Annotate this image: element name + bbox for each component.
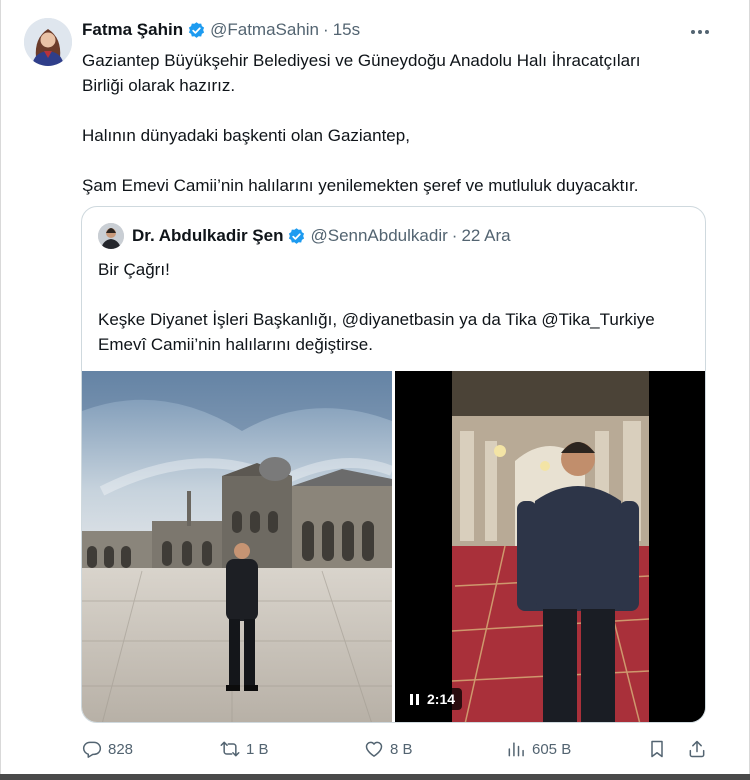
video-duration: 2:14 [427, 691, 456, 707]
quote-line: Emevî Camii’nin halılarını değiştirse. [98, 335, 373, 354]
share-icon [689, 740, 705, 758]
author-avatar[interactable] [24, 18, 72, 66]
author-name[interactable]: Fatma Şahin [82, 20, 183, 40]
quote-line: Bir Çağrı! [98, 260, 170, 279]
tweet-line: Gaziantep Büyükşehir Belediyesi ve Güney… [82, 51, 641, 70]
video-duration-badge: 2:14 [403, 688, 463, 710]
quote-line: Keşke Diyanet İşleri Başkanlığı, @diyane… [98, 310, 655, 329]
tweet-text: Gaziantep Büyükşehir Belediyesi ve Güney… [82, 48, 722, 198]
retweet-button[interactable]: 1 B [220, 736, 269, 762]
retweet-icon [220, 741, 240, 757]
bookmark-icon [651, 740, 663, 758]
bookmark-button[interactable] [647, 736, 673, 762]
retweet-count: 1 B [246, 740, 269, 758]
quote-time: 22 Ara [461, 226, 511, 245]
separator: · [323, 20, 329, 39]
quote-author-avatar [98, 223, 124, 249]
quote-media: 2:14 [82, 371, 705, 722]
view-count: 605 B [532, 740, 572, 758]
tweet-line: Birliği olarak hazırız. [82, 76, 236, 95]
verified-badge-icon [287, 227, 306, 246]
tweet-actions: 828 1 B 8 B 605 B [82, 736, 712, 762]
window-bottom-bar [0, 774, 750, 780]
reply-icon [82, 741, 102, 758]
quote-header: Dr. Abdulkadir Şen @SennAbdulkadir · 22 … [98, 223, 511, 249]
mosque-interior-video[interactable]: 2:14 [395, 371, 705, 722]
tweet-line: Şam Emevi Camii’nin halılarını yenilemek… [82, 176, 639, 195]
tweet-time[interactable]: 15s [333, 20, 360, 40]
mosque-courtyard-photo[interactable] [82, 371, 392, 722]
pause-icon[interactable] [410, 693, 419, 705]
quote-text: Bir Çağrı! Keşke Diyanet İşleri Başkanlı… [98, 257, 698, 357]
tweet[interactable]: Fatma Şahin @FatmaSahin · 15s Gaziantep … [0, 0, 750, 774]
views-icon [508, 742, 524, 757]
quoted-tweet[interactable]: Dr. Abdulkadir Şen @SennAbdulkadir · 22 … [81, 206, 706, 723]
like-icon [365, 741, 383, 757]
like-count: 8 B [390, 740, 413, 758]
views-button[interactable]: 605 B [506, 736, 571, 762]
tweet-header: Fatma Şahin @FatmaSahin · 15s [82, 20, 360, 40]
tweet-line: Halının dünyadaki başkenti olan Gaziante… [82, 126, 410, 145]
verified-badge-icon [187, 21, 206, 40]
share-button[interactable] [687, 736, 713, 762]
reply-button[interactable]: 828 [82, 736, 133, 762]
quote-author-name: Dr. Abdulkadir Şen [132, 226, 284, 245]
author-handle[interactable]: @FatmaSahin [210, 20, 319, 40]
quote-author-handle: @SennAbdulkadir [310, 226, 448, 245]
more-icon[interactable] [690, 22, 710, 36]
separator: · [451, 226, 458, 245]
like-button[interactable]: 8 B [364, 736, 413, 762]
reply-count: 828 [108, 740, 134, 758]
